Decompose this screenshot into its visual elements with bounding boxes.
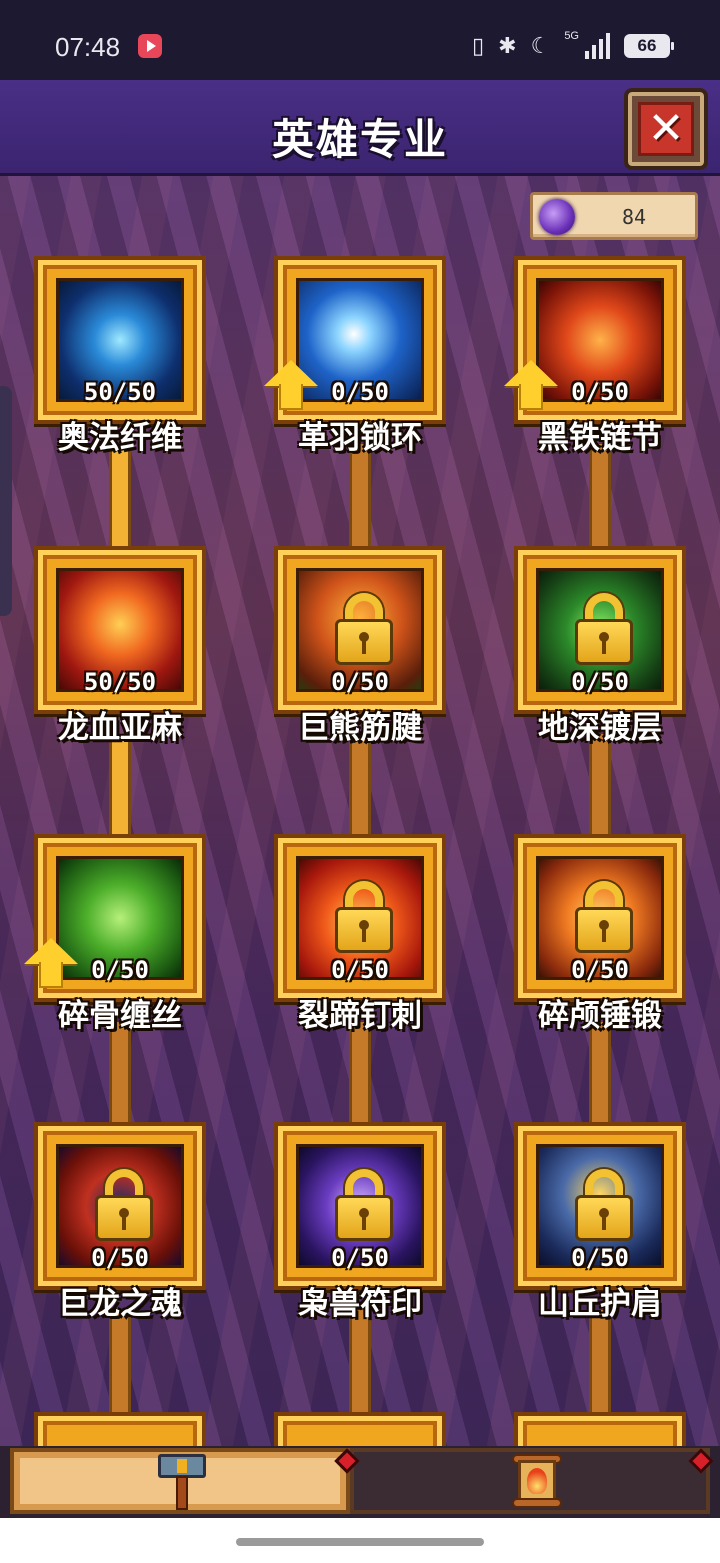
skill-level: 0/50 — [331, 668, 389, 696]
skill-level: 0/50 — [571, 668, 629, 696]
skill-name: 革羽锁环 — [298, 420, 422, 456]
skill-node-feather-chain[interactable]: 0/50 革羽锁环 — [264, 256, 446, 456]
lock-icon — [575, 1169, 633, 1241]
lock-icon — [575, 593, 633, 665]
skill-connector — [109, 1022, 131, 1122]
skill-level: 0/50 — [91, 1244, 149, 1272]
skill-node-partial[interactable] — [514, 1412, 686, 1446]
skill-name: 龙血亚麻 — [58, 710, 182, 746]
scroll-icon — [508, 1454, 566, 1510]
skill-name: 碎颅锤锻 — [538, 998, 662, 1034]
skill-tree-area: 84 50/50 奥法纤维 0/50 革羽锁环 0/50 黑铁链节 50/50 龙血亚麻 0/5… — [0, 176, 720, 1446]
skill-level: 0/50 — [571, 1244, 629, 1272]
skill-node-arcane-fiber[interactable]: 50/50 奥法纤维 — [34, 256, 206, 456]
skill-name: 奥法纤维 — [58, 420, 182, 456]
bluetooth-icon: ✱ — [498, 33, 517, 58]
skill-connector — [589, 1022, 611, 1122]
skill-name: 黑铁链节 — [538, 420, 662, 456]
skill-node-hoof-spike[interactable]: 0/50 裂蹄钉刺 — [274, 834, 446, 1034]
skill-node-partial[interactable] — [274, 1412, 446, 1446]
skill-connector — [349, 734, 371, 834]
lock-icon — [335, 881, 393, 953]
vibrate-icon: ▯ — [472, 33, 485, 58]
upgrade-arrow-icon — [24, 938, 78, 990]
lock-icon — [335, 593, 393, 665]
skill-level: 0/50 — [571, 956, 629, 984]
skill-node-hill-shoulder[interactable]: 0/50 山丘护肩 — [514, 1122, 686, 1322]
bottom-tab-bar — [0, 1446, 720, 1518]
skill-name: 碎骨缠丝 — [58, 998, 182, 1034]
skill-node-iron-chain[interactable]: 0/50 黑铁链节 — [504, 256, 686, 456]
upgrade-arrow-icon — [504, 360, 558, 412]
currency-value: 84 — [621, 205, 647, 229]
skill-level: 50/50 — [83, 378, 157, 406]
upgrade-arrow-icon — [264, 360, 318, 412]
skill-node-deep-plating[interactable]: 0/50 地深镀层 — [514, 546, 686, 746]
close-icon: ✕ — [638, 102, 694, 156]
lock-icon — [575, 881, 633, 953]
lock-icon — [95, 1169, 153, 1241]
skill-node-beast-seal[interactable]: 0/50 枭兽符印 — [274, 1122, 446, 1322]
signal-icon — [585, 33, 610, 59]
status-time: 07:48 — [55, 32, 121, 62]
skill-node-bear-tendon[interactable]: 0/50 巨熊筋腱 — [274, 546, 446, 746]
skill-level: 50/50 — [83, 668, 157, 696]
skill-name: 裂蹄钉刺 — [298, 998, 422, 1034]
skill-node-partial[interactable] — [34, 1412, 206, 1446]
home-indicator — [0, 1518, 720, 1563]
skill-name: 巨龙之魂 — [58, 1286, 182, 1322]
skill-connector — [589, 734, 611, 834]
skill-connector — [109, 444, 131, 546]
network-label: 5G — [564, 30, 579, 42]
skill-name: 山丘护肩 — [538, 1286, 662, 1322]
battery-icon: 66 — [624, 34, 674, 58]
lock-icon — [335, 1169, 393, 1241]
currency-counter: 84 — [530, 192, 698, 240]
skill-level: 0/50 — [331, 956, 389, 984]
close-button[interactable]: ✕ — [624, 88, 708, 170]
page-title: 英雄专业 — [271, 115, 448, 164]
skill-connector — [589, 444, 611, 546]
status-bar: 07:48 ▯ ✱ ☾ 5G 66 — [0, 0, 720, 80]
moon-icon: ☾ — [530, 33, 551, 58]
skill-name: 枭兽符印 — [298, 1286, 422, 1322]
purple-orb-icon — [539, 199, 575, 235]
hammer-icon — [154, 1454, 210, 1510]
skill-node-dragon-blood-linen[interactable]: 50/50 龙血亚麻 — [34, 546, 206, 746]
skill-name: 地深镀层 — [538, 710, 662, 746]
skill-name: 巨熊筋腱 — [298, 710, 422, 746]
video-app-icon — [138, 34, 162, 58]
edge-handle — [0, 386, 12, 616]
skill-level: 0/50 — [331, 1244, 389, 1272]
skill-node-dragon-soul[interactable]: 0/50 巨龙之魂 — [34, 1122, 206, 1322]
skill-connector — [109, 734, 131, 834]
status-icons: ▯ ✱ ☾ 5G 66 — [472, 30, 674, 62]
skill-node-skull-forge[interactable]: 0/50 碎颅锤锻 — [514, 834, 686, 1034]
skill-connector — [349, 444, 371, 546]
home-bar[interactable] — [236, 1538, 484, 1546]
skill-connector — [349, 1022, 371, 1122]
skill-node-bone-wire[interactable]: 0/50 碎骨缠丝 — [24, 834, 206, 1034]
title-bar: 英雄专业 — [0, 80, 720, 176]
